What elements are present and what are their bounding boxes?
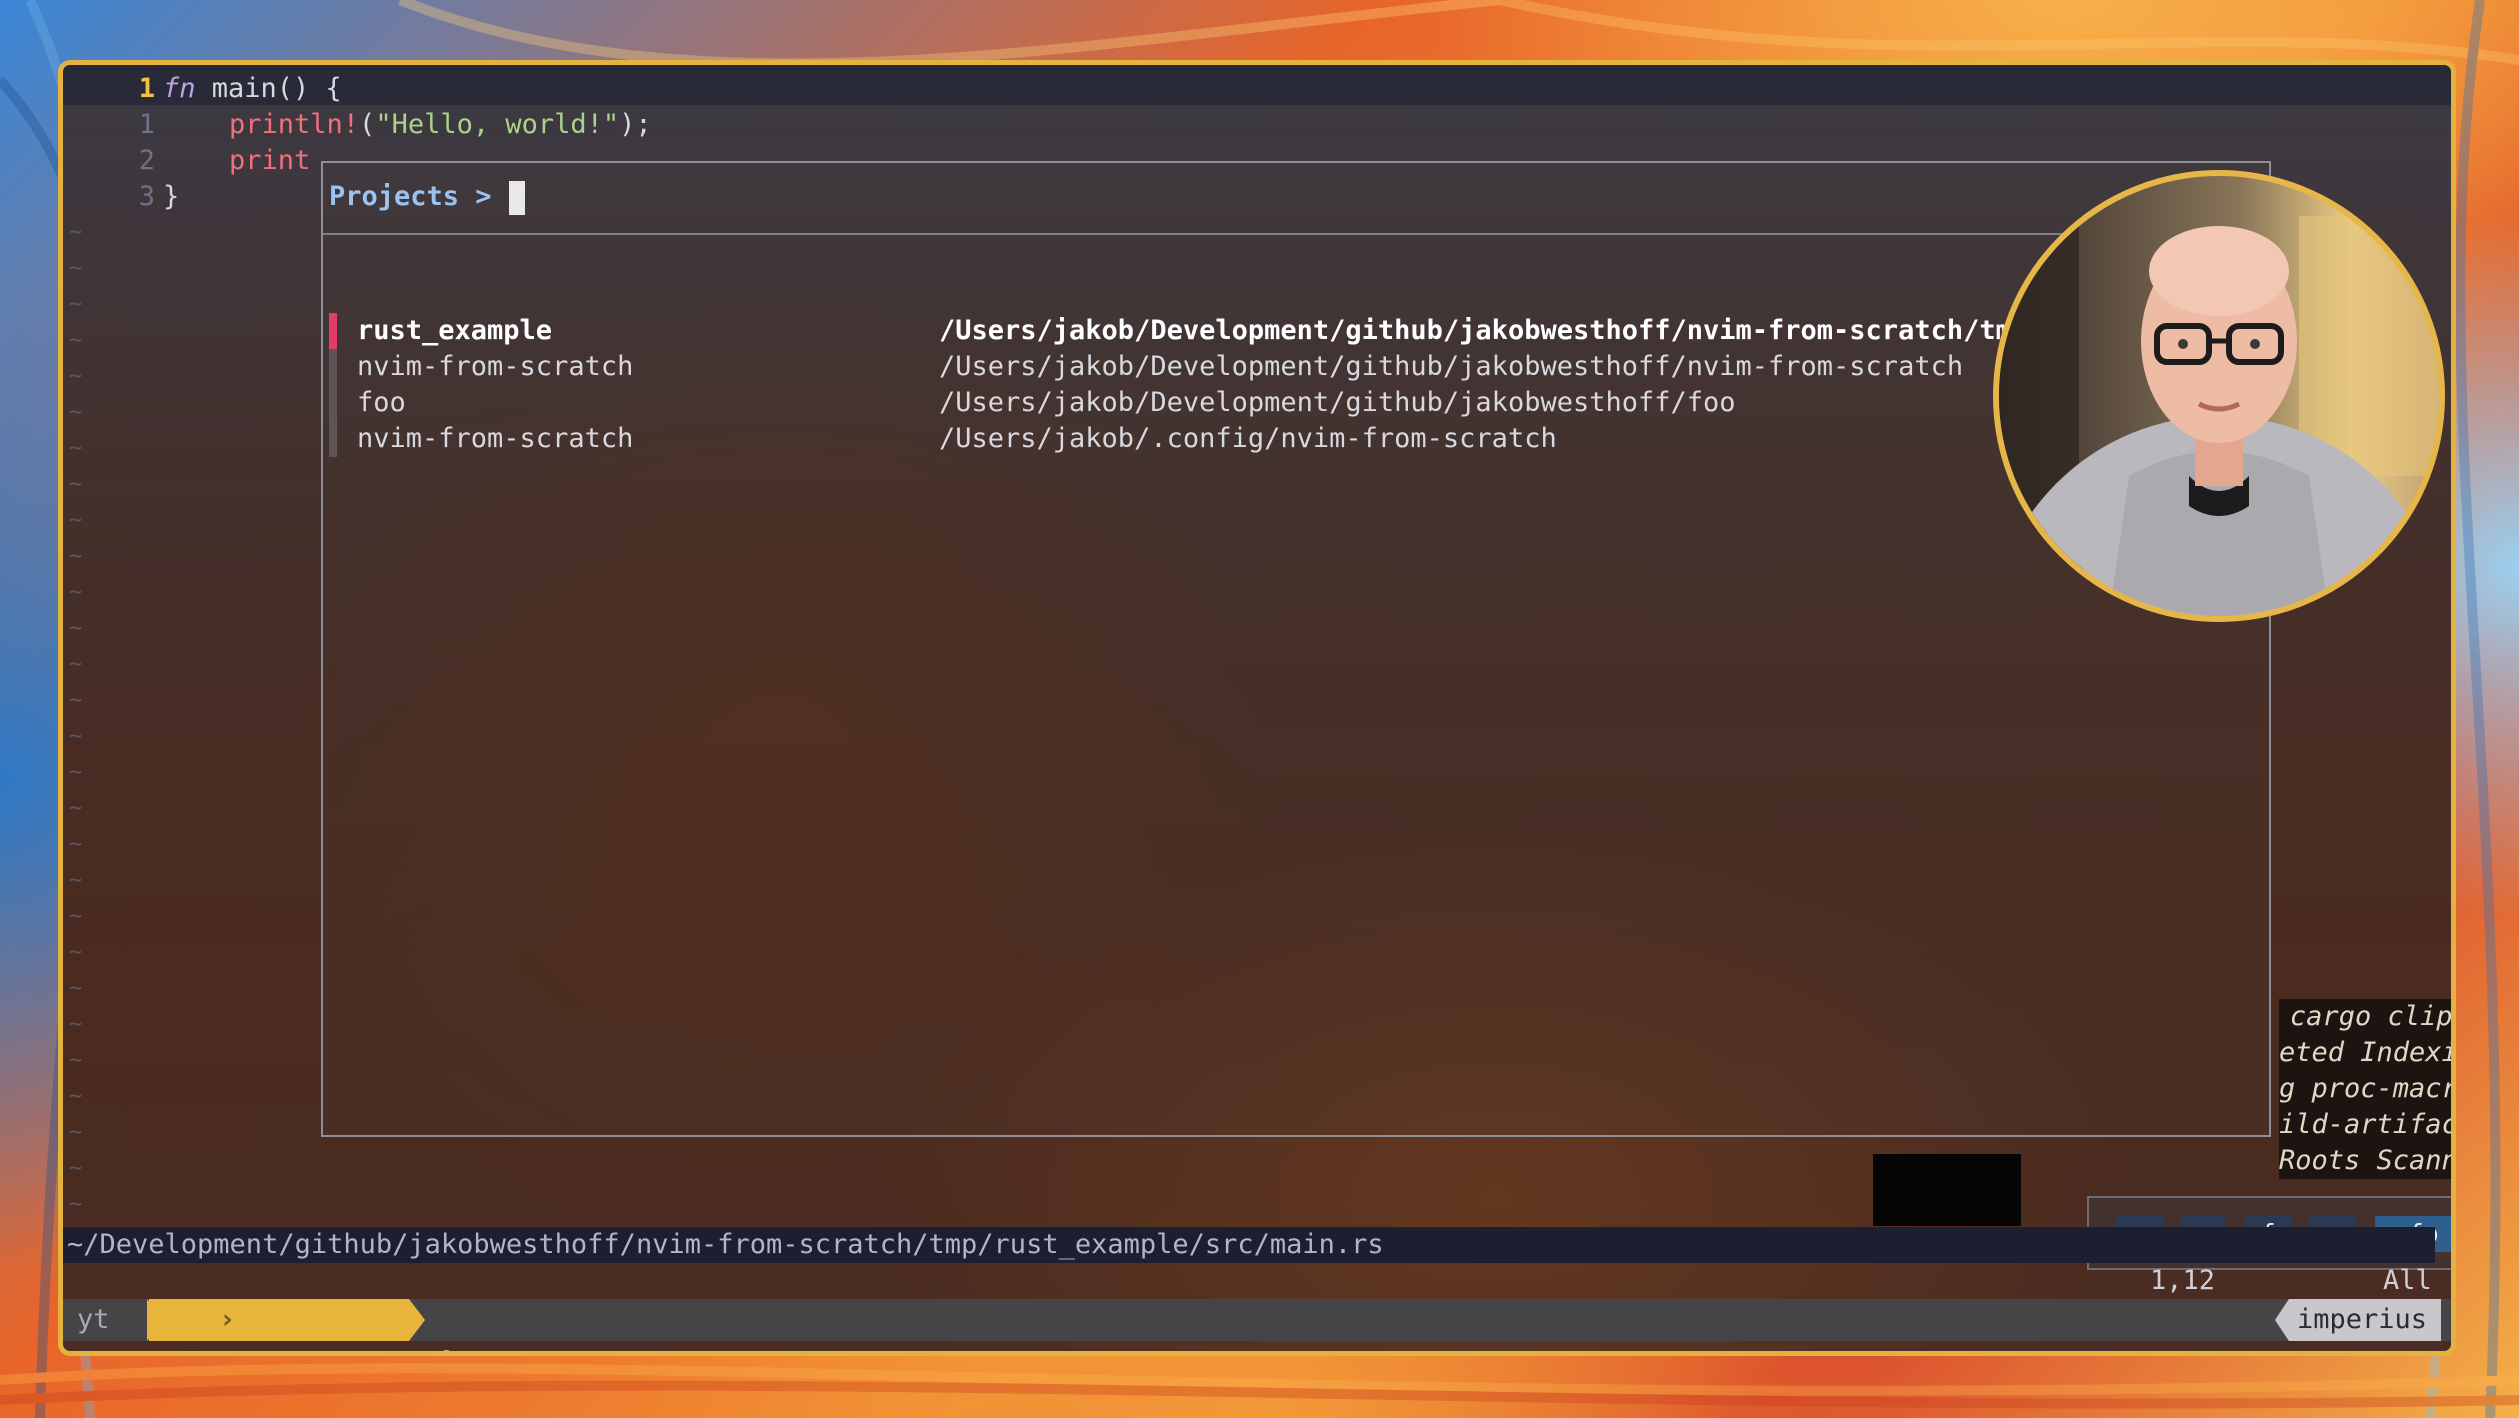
empty-line-tilde: ~ bbox=[69, 436, 83, 461]
picker-result-selected[interactable]: rust_example /Users/jakob/Development/gi… bbox=[329, 313, 2269, 349]
separator-chevron bbox=[409, 1299, 425, 1341]
lsp-progress-item: cargo clippy bbox=[2289, 1001, 2453, 1032]
empty-line-tilde: ~ bbox=[69, 364, 83, 389]
tmux-window-active[interactable]: 1 › nvim bbox=[149, 1299, 409, 1351]
code-text: } bbox=[163, 181, 180, 212]
empty-line-tilde: ~ bbox=[69, 1120, 83, 1145]
prompt-cursor[interactable] bbox=[509, 181, 525, 215]
picker-result[interactable]: foo /Users/jakob/Development/github/jako… bbox=[329, 385, 2269, 421]
empty-line-tilde: ~ bbox=[69, 616, 83, 641]
empty-line-tilde: ~ bbox=[69, 724, 83, 749]
code-line[interactable]: } bbox=[163, 179, 179, 215]
window-index: 2 bbox=[439, 1341, 455, 1351]
tmux-window[interactable]: 2 › zsh bbox=[439, 1299, 619, 1351]
black-block bbox=[1873, 1154, 2021, 1226]
empty-line-tilde: ~ bbox=[69, 544, 83, 569]
tmux-hostname: imperius bbox=[2274, 1299, 2441, 1341]
paren: ( bbox=[359, 109, 376, 140]
selection-marker bbox=[329, 313, 337, 349]
picker-divider bbox=[323, 233, 2269, 235]
lsp-progress-item: Roots Scanned bbox=[2279, 1145, 2456, 1176]
string-literal: "Hello, world!" bbox=[375, 109, 620, 140]
project-name: rust_example bbox=[357, 315, 553, 346]
lsp-progress-panel: cargo clippy eted Indexing g proc-macros… bbox=[2279, 999, 2456, 1179]
empty-line-tilde: ~ bbox=[69, 1192, 83, 1217]
empty-line-tilde: ~ bbox=[69, 220, 83, 245]
selection-marker bbox=[329, 385, 337, 421]
project-path: /Users/jakob/.config/nvim-from-scratch bbox=[939, 423, 1557, 454]
lsp-progress-item: g proc-macros bbox=[2279, 1073, 2451, 1104]
keyword-fn: fn bbox=[163, 73, 196, 104]
current-line-highlight bbox=[63, 65, 2451, 105]
project-picker[interactable]: Projects > rust_example /Users/jakob/Dev… bbox=[321, 161, 2271, 1137]
empty-line-tilde: ~ bbox=[69, 1156, 83, 1181]
empty-line-tilde: ~ bbox=[69, 688, 83, 713]
picker-result[interactable]: nvim-from-scratch /Users/jakob/.config/n… bbox=[329, 421, 2269, 457]
empty-line-tilde: ~ bbox=[69, 832, 83, 857]
project-name: foo bbox=[357, 387, 406, 418]
picker-result[interactable]: nvim-from-scratch /Users/jakob/Developme… bbox=[329, 349, 2269, 385]
selection-marker bbox=[329, 421, 337, 457]
line-number: 3 bbox=[138, 181, 155, 212]
empty-line-tilde: ~ bbox=[69, 1012, 83, 1037]
scroll-indicator: All bbox=[2383, 1265, 2432, 1296]
project-name: nvim-from-scratch bbox=[357, 423, 634, 454]
code-line[interactable]: fn main() { bbox=[163, 71, 342, 107]
line-number: 1 bbox=[138, 109, 155, 140]
empty-line-tilde: ~ bbox=[69, 904, 83, 929]
project-path: /Users/jakob/Development/github/jakobwes… bbox=[939, 315, 2012, 346]
empty-line-tilde: ~ bbox=[69, 1084, 83, 1109]
empty-line-tilde: ~ bbox=[69, 760, 83, 785]
project-path: /Users/jakob/Development/github/jakobwes… bbox=[939, 387, 1736, 418]
code-text: main() { bbox=[195, 73, 342, 104]
line-number: 2 bbox=[138, 145, 155, 176]
file-path: ~/Development/github/jakobwesthoff/nvim-… bbox=[63, 1227, 2435, 1263]
line-number-current: 1 bbox=[138, 73, 155, 104]
empty-line-tilde: ~ bbox=[69, 292, 83, 317]
empty-line-tilde: ~ bbox=[69, 1048, 83, 1073]
empty-line-tilde: ~ bbox=[69, 940, 83, 965]
project-name: nvim-from-scratch bbox=[357, 351, 634, 382]
empty-line-tilde: ~ bbox=[69, 868, 83, 893]
code-text: ); bbox=[619, 109, 652, 140]
empty-line-tilde: ~ bbox=[69, 472, 83, 497]
tmux-session-prefix: yt bbox=[77, 1304, 110, 1335]
empty-line-tilde: ~ bbox=[69, 508, 83, 533]
empty-line-tilde: ~ bbox=[69, 580, 83, 605]
terminal-window[interactable]: 1 1 2 3 fn main() { println!("Hello, wor… bbox=[58, 60, 2456, 1356]
empty-line-tilde: ~ bbox=[69, 328, 83, 353]
empty-line-tilde: ~ bbox=[69, 256, 83, 281]
window-index: 1 bbox=[185, 1341, 201, 1351]
empty-line-tilde: ~ bbox=[69, 796, 83, 821]
selection-marker bbox=[329, 349, 337, 385]
tmux-status-bar: yt 1 › nvim 2 › zsh imperius bbox=[63, 1299, 2451, 1351]
code-line[interactable]: println!("Hello, world!"); bbox=[229, 107, 652, 143]
lsp-progress-item: eted Indexing bbox=[2279, 1037, 2456, 1068]
empty-line-tilde: ~ bbox=[69, 652, 83, 677]
empty-line-tilde: ~ bbox=[69, 976, 83, 1001]
cursor-position: 1,12 bbox=[2150, 1265, 2216, 1296]
webcam-overlay bbox=[1993, 170, 2445, 622]
code-line[interactable]: print bbox=[229, 143, 310, 179]
project-path: /Users/jakob/Development/github/jakobwes… bbox=[939, 351, 1964, 382]
lsp-progress-item: ild-artifacts bbox=[2279, 1109, 2456, 1140]
picker-prompt: Projects > bbox=[329, 181, 492, 212]
chevron-right-icon: › bbox=[219, 1304, 236, 1335]
empty-line-tilde: ~ bbox=[69, 400, 83, 425]
code-text: print bbox=[229, 145, 311, 176]
macro-name: println! bbox=[229, 109, 360, 140]
